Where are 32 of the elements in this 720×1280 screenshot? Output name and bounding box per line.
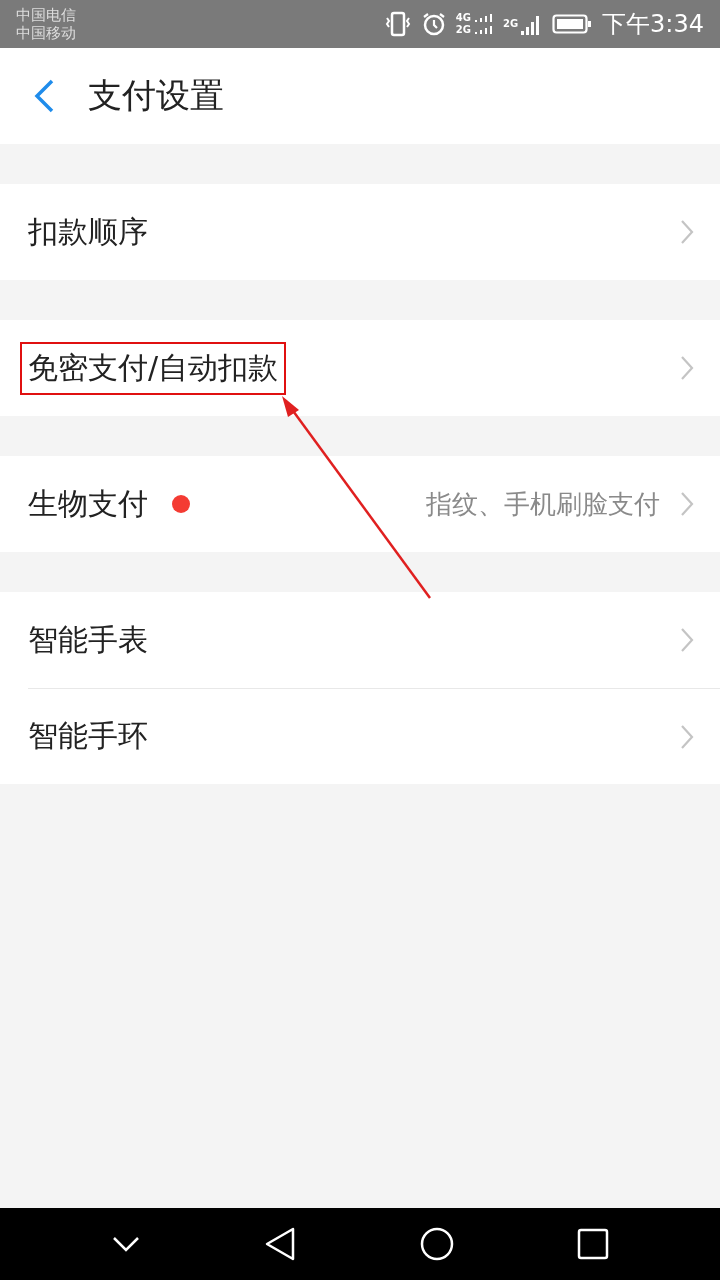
carrier-name: 中国移动 [16, 24, 76, 42]
network-label: 2G [502, 18, 519, 29]
network-label: 4G [455, 12, 471, 24]
row-value: 指纹、手机刷脸支付 [426, 487, 660, 521]
row-label: 扣款顺序 [27, 212, 149, 251]
recents-square-icon[interactable] [577, 1228, 609, 1260]
page-title: 支付设置 [88, 74, 224, 117]
settings-row[interactable]: 智能手环 [28, 688, 720, 784]
row-label: 智能手表 [27, 620, 149, 659]
settings-row[interactable]: 智能手表 [0, 592, 720, 688]
chevron-right-icon [680, 491, 694, 517]
battery-icon [552, 13, 593, 35]
back-icon[interactable] [32, 78, 56, 114]
carrier-name: 中国电信 [16, 6, 76, 24]
chevron-right-icon [680, 723, 694, 750]
settings-row[interactable]: 扣款顺序 [0, 184, 720, 280]
row-label: 免密支付/自动扣款 [20, 341, 287, 395]
chevron-right-icon [680, 219, 694, 245]
back-triangle-icon[interactable] [263, 1226, 297, 1262]
home-circle-icon[interactable] [419, 1226, 455, 1262]
row-label: 生物支付 [27, 484, 149, 523]
network-label: 2G [455, 24, 471, 36]
chevron-right-icon [680, 355, 694, 381]
settings-row[interactable]: 免密支付/自动扣款 [0, 320, 720, 416]
alarm-icon [421, 12, 446, 36]
row-label: 智能手环 [27, 717, 149, 755]
chevron-right-icon [680, 627, 694, 653]
clock-time: 下午3:34 [602, 9, 704, 40]
chevron-down-icon[interactable] [111, 1234, 141, 1254]
settings-row[interactable]: 生物支付 指纹、手机刷脸支付 [0, 456, 720, 552]
vibrate-icon [383, 11, 412, 37]
dual-signal-icon [472, 12, 493, 36]
